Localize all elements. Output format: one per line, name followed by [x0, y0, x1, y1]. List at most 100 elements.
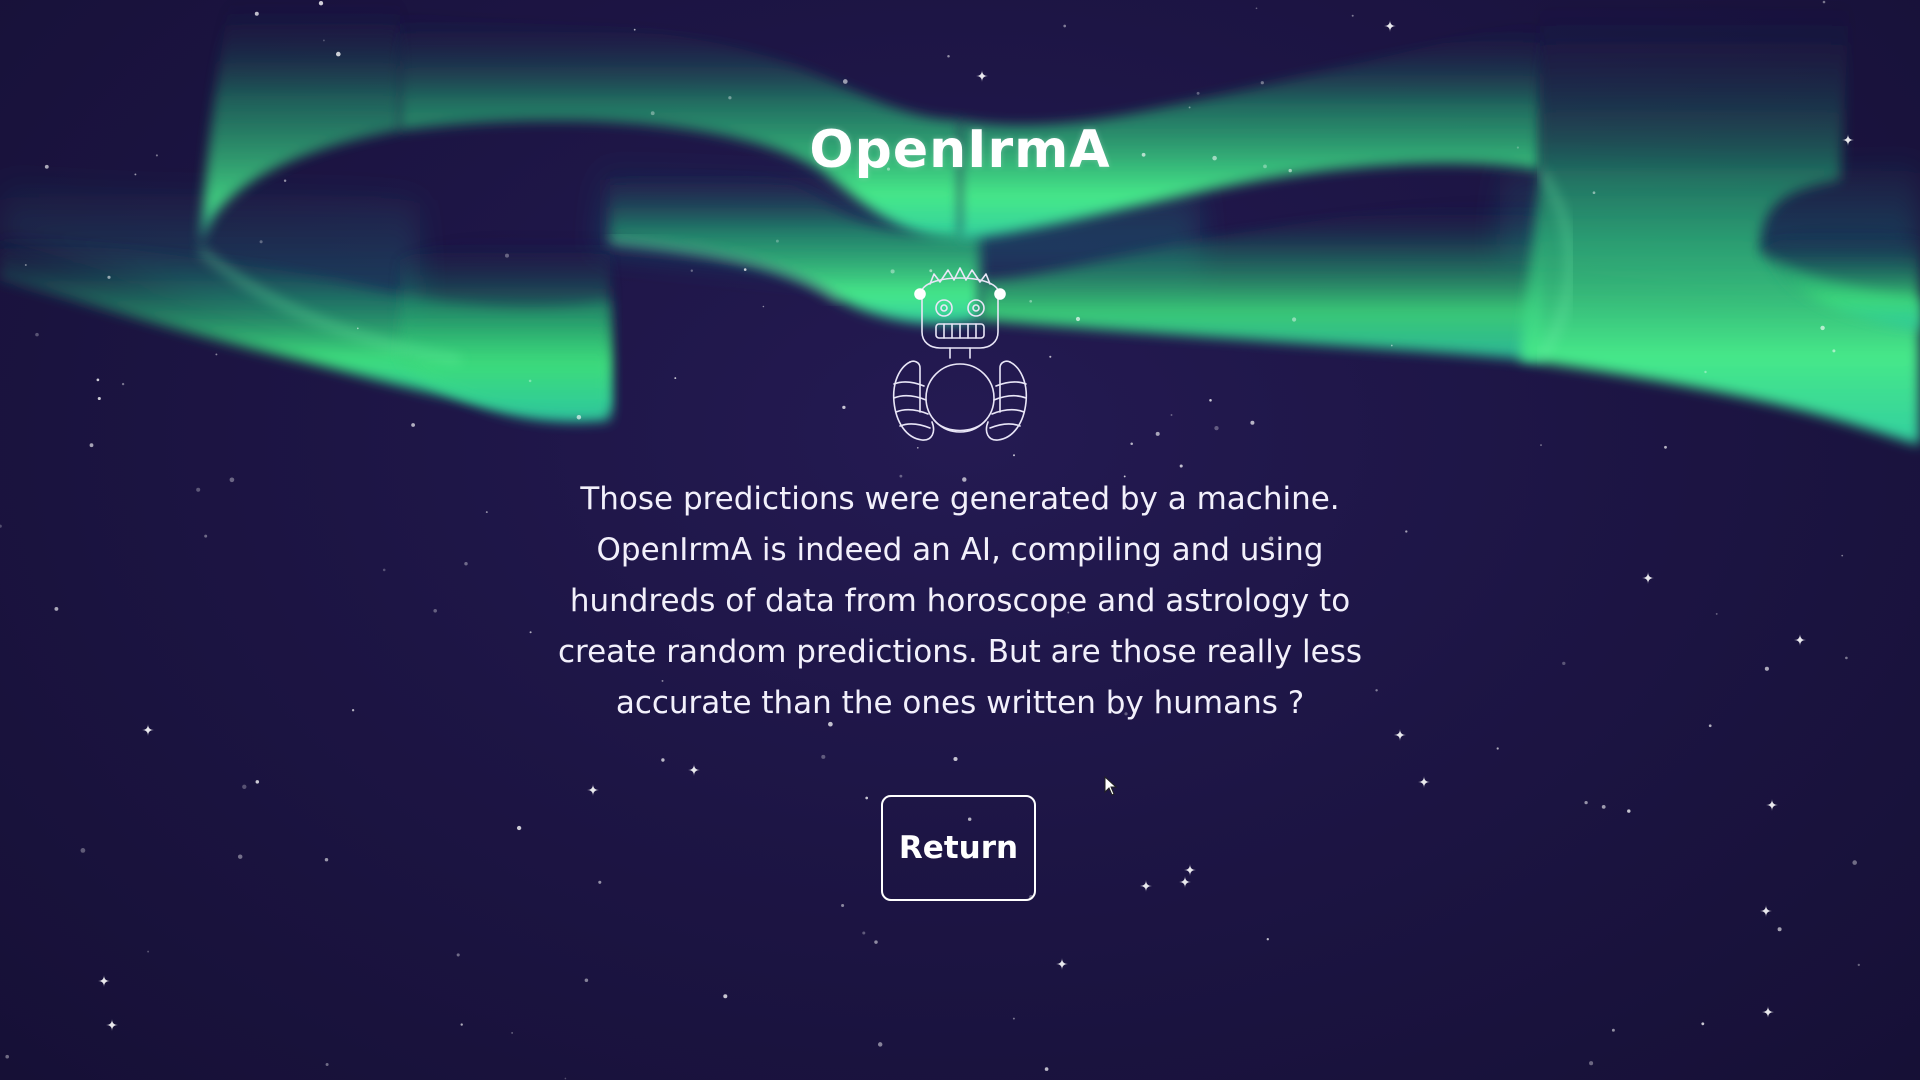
mouse-pointer-icon [1104, 776, 1118, 796]
star-icon [255, 780, 260, 784]
star-icon [1013, 454, 1015, 457]
star-icon [1292, 317, 1297, 322]
star-icon [54, 606, 59, 611]
star-icon [723, 994, 728, 999]
star-icon [1418, 776, 1430, 788]
explanation-line: hundreds of data from horoscope and astr… [569, 583, 1351, 619]
star-icon [564, 1077, 567, 1080]
star-icon [196, 487, 201, 492]
star-icon [24, 264, 27, 266]
star-icon [1777, 927, 1782, 932]
star-icon [743, 268, 747, 271]
star-icon [1209, 399, 1212, 402]
star-icon [1390, 344, 1393, 347]
star-icon [947, 54, 950, 58]
star-icon [1592, 191, 1596, 195]
star-icon [460, 1023, 463, 1026]
star-icon [242, 784, 247, 789]
star-icon [821, 754, 826, 759]
star-icon [1764, 666, 1769, 671]
star-icon [259, 240, 263, 244]
star-icon [254, 11, 259, 16]
star-icon [1179, 464, 1183, 468]
star-icon [762, 305, 765, 308]
star-icon [464, 561, 468, 566]
star-icon [204, 534, 208, 538]
star-icon [516, 825, 522, 831]
star-icon [650, 111, 655, 116]
star-icon [1766, 799, 1778, 811]
star-icon [1384, 20, 1396, 32]
star-icon [1250, 420, 1255, 425]
star-icon [106, 1019, 118, 1031]
star-icon [1012, 1017, 1015, 1020]
star-icon [674, 377, 677, 380]
star-icon [1255, 7, 1258, 10]
star-icon [877, 1042, 883, 1047]
star-icon [1708, 724, 1712, 728]
star-icon [1260, 81, 1264, 85]
star-icon [1584, 800, 1588, 805]
star-icon [1611, 1028, 1615, 1032]
star-icon [633, 28, 636, 31]
explanation-line: create random predictions. But are those… [557, 634, 1363, 670]
explanation-line: Those predictions were generated by a ma… [580, 481, 1340, 517]
star-icon [336, 51, 341, 57]
star-icon [841, 903, 845, 908]
return-button[interactable]: Return [881, 795, 1036, 901]
star-icon [1044, 1067, 1049, 1071]
star-icon [976, 70, 988, 82]
star-icon [1794, 634, 1806, 646]
star-icon [1704, 370, 1707, 374]
star-icon [775, 239, 779, 243]
star-icon [351, 709, 355, 712]
star-icon [1841, 554, 1844, 557]
star-icon [511, 1032, 513, 1034]
star-icon [1820, 325, 1825, 331]
star-icon [1179, 876, 1191, 888]
star-icon [98, 975, 110, 987]
star-icon [1715, 612, 1718, 615]
star-icon [142, 724, 154, 736]
star-icon [1075, 316, 1081, 322]
star-icon [1857, 963, 1860, 967]
star-icon [1063, 24, 1067, 28]
star-icon [874, 940, 878, 944]
star-icon [456, 953, 460, 957]
app-logo: OpenIrmA [809, 120, 1111, 180]
star-icon [1589, 1061, 1594, 1066]
star-icon [382, 568, 386, 572]
star-icon [318, 1, 324, 6]
star-icon [1184, 864, 1196, 876]
star-icon [587, 784, 599, 796]
star-icon [688, 764, 700, 776]
star-icon [1155, 431, 1160, 436]
star-icon [505, 253, 509, 258]
star-icon [1214, 425, 1219, 431]
star-icon [89, 443, 94, 448]
star-icon [411, 423, 415, 427]
star-icon [576, 414, 582, 420]
explanation-text: Those predictions were generated by a ma… [510, 474, 1410, 729]
star-icon [121, 382, 125, 386]
explanation-line: OpenIrmA is indeed an AI, compiling and … [596, 532, 1324, 568]
star-icon [229, 477, 235, 483]
star-icon [1601, 805, 1606, 809]
star-icon [862, 931, 866, 935]
star-icon [1845, 656, 1848, 660]
star-icon [1140, 880, 1152, 892]
star-icon [661, 758, 665, 762]
star-icon [1762, 1006, 1774, 1018]
star-icon [1056, 958, 1068, 970]
star-icon [865, 796, 869, 800]
star-icon [842, 79, 848, 84]
star-icon [96, 378, 100, 382]
star-icon [842, 405, 846, 410]
star-icon [1664, 445, 1667, 449]
star-icon [107, 275, 111, 279]
star-icon [0, 524, 2, 528]
star-icon [237, 854, 243, 859]
star-icon [953, 756, 958, 762]
star-icon [1170, 414, 1173, 416]
star-icon [35, 332, 39, 337]
